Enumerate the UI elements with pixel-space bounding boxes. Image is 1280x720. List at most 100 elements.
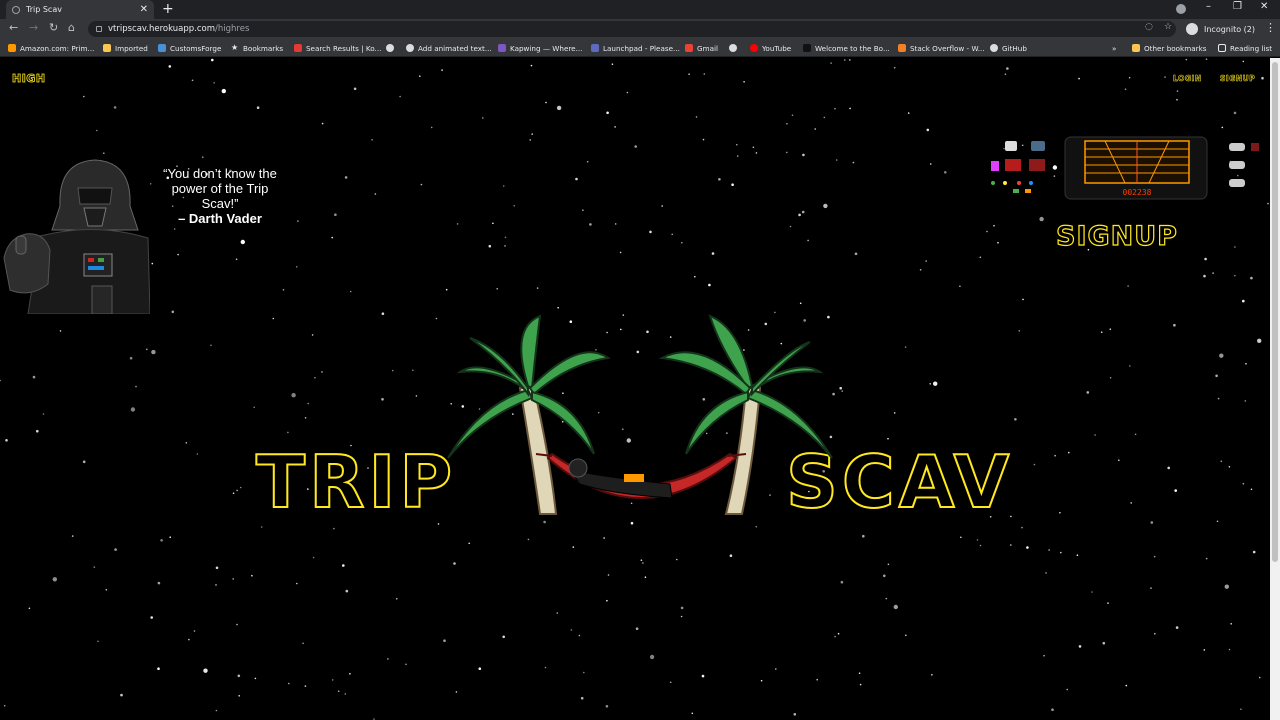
- home-icon[interactable]: ⌂: [68, 21, 75, 34]
- bookmark-item[interactable]: Gmail: [685, 39, 718, 57]
- star: [1250, 488, 1253, 491]
- signup-link[interactable]: SIGNUP: [1220, 74, 1255, 84]
- other-bookmarks[interactable]: Other bookmarks: [1132, 39, 1206, 57]
- star: [1021, 526, 1023, 529]
- star: [630, 521, 634, 525]
- star: [694, 275, 696, 278]
- star: [59, 330, 62, 332]
- star: [789, 225, 792, 228]
- star: [676, 558, 678, 561]
- star: [606, 599, 608, 602]
- star: [238, 695, 240, 697]
- incognito-label: Incognito (2): [1204, 24, 1255, 34]
- bookmark-item[interactable]: Add animated text...: [406, 39, 492, 57]
- star: [171, 310, 175, 314]
- back-icon[interactable]: ←: [9, 21, 18, 34]
- star: [570, 629, 573, 631]
- star: [1102, 641, 1106, 645]
- star: [1261, 76, 1264, 80]
- reading-list[interactable]: Reading list: [1218, 39, 1272, 57]
- bookmark-item[interactable]: Search Results | Ko...: [294, 39, 381, 57]
- bookmark-item[interactable]: Stack Overflow - W...: [898, 39, 985, 57]
- forward-icon[interactable]: →: [29, 21, 38, 34]
- minimize-icon[interactable]: –: [1206, 1, 1211, 12]
- folder-icon: [1132, 44, 1140, 52]
- browser-tab[interactable]: Trip Scav ✕: [6, 0, 154, 19]
- console-readout: 002238: [1123, 188, 1152, 197]
- star: [1022, 298, 1024, 301]
- bookmarks-overflow-icon[interactable]: »: [1112, 39, 1116, 57]
- star: [830, 62, 832, 64]
- star: [345, 589, 349, 593]
- star: [97, 640, 99, 643]
- star: [381, 398, 384, 401]
- bookmark-item[interactable]: YouTube: [750, 39, 791, 57]
- star: [556, 105, 562, 111]
- star: [854, 252, 858, 256]
- star: [606, 111, 609, 115]
- reload-icon[interactable]: ↻: [49, 21, 58, 34]
- star: [331, 236, 334, 239]
- star: [1176, 98, 1178, 101]
- star: [1130, 502, 1132, 504]
- signup-cta[interactable]: SIGNUP: [1055, 220, 1178, 252]
- star: [188, 638, 190, 641]
- star: [157, 667, 160, 670]
- logo-word-trip: TRIP: [255, 440, 457, 524]
- star: [488, 244, 492, 248]
- star: [840, 580, 844, 584]
- close-window-icon[interactable]: ✕: [1260, 1, 1268, 12]
- bookmark-item[interactable]: Imported: [103, 39, 148, 57]
- star: [644, 576, 647, 578]
- login-link[interactable]: LOGIN: [1173, 74, 1202, 84]
- star: [1128, 76, 1131, 79]
- browser-menu-icon[interactable]: ⋮: [1265, 21, 1276, 34]
- bookmark-item[interactable]: GitHub: [990, 39, 1027, 57]
- star: [478, 667, 482, 670]
- star: [1233, 111, 1237, 115]
- close-tab-icon[interactable]: ✕: [140, 4, 148, 15]
- bookmark-item[interactable]: [729, 39, 741, 57]
- amazon-icon: [8, 44, 16, 52]
- browser-tab-bar: Trip Scav ✕ + – ❐ ✕: [0, 0, 1280, 19]
- tab-search-icon[interactable]: [1176, 4, 1186, 14]
- eye-off-icon[interactable]: ◌: [1145, 22, 1153, 32]
- star: [1228, 648, 1231, 651]
- star: [603, 537, 605, 539]
- star: [456, 223, 459, 225]
- star: [979, 256, 982, 259]
- incognito-indicator[interactable]: Incognito (2): [1186, 21, 1255, 37]
- star: [1185, 58, 1188, 61]
- star: [1176, 90, 1179, 92]
- star: [736, 143, 738, 146]
- bookmark-item[interactable]: Amazon.com: Prim...: [8, 39, 94, 57]
- star: [1043, 654, 1045, 657]
- star: [169, 536, 171, 538]
- new-tab-icon[interactable]: +: [162, 1, 174, 17]
- scrollbar-thumb[interactable]: [1272, 62, 1278, 562]
- page-scrollbar[interactable]: [1270, 58, 1280, 720]
- bookmark-item[interactable]: [386, 39, 398, 57]
- star-icon: ★: [231, 43, 239, 52]
- star: [1078, 77, 1080, 80]
- star: [1150, 521, 1154, 524]
- star: [0, 379, 1, 382]
- address-bar[interactable]: vtripscav.herokuapp.com/highres: [88, 21, 1176, 37]
- bookmark-item[interactable]: Launchpad - Please...: [591, 39, 680, 57]
- bookmark-item[interactable]: CustomsForge: [158, 39, 221, 57]
- star: [1010, 544, 1012, 546]
- star: [907, 112, 910, 114]
- star: [395, 598, 398, 600]
- bookmark-item[interactable]: Welcome to the Bo...: [803, 39, 890, 57]
- star: [1164, 76, 1166, 78]
- star: [412, 369, 414, 372]
- star: [929, 383, 931, 385]
- bookmark-item[interactable]: ★ Bookmarks: [231, 39, 283, 57]
- star: [786, 151, 788, 154]
- bookmark-star-icon[interactable]: ☆: [1164, 22, 1172, 32]
- brand-logo-link[interactable]: HIGH: [12, 72, 46, 86]
- bookmark-item[interactable]: Kapwing — Where...: [498, 39, 582, 57]
- star: [82, 460, 86, 464]
- star: [103, 152, 105, 154]
- restore-icon[interactable]: ❐: [1233, 1, 1242, 12]
